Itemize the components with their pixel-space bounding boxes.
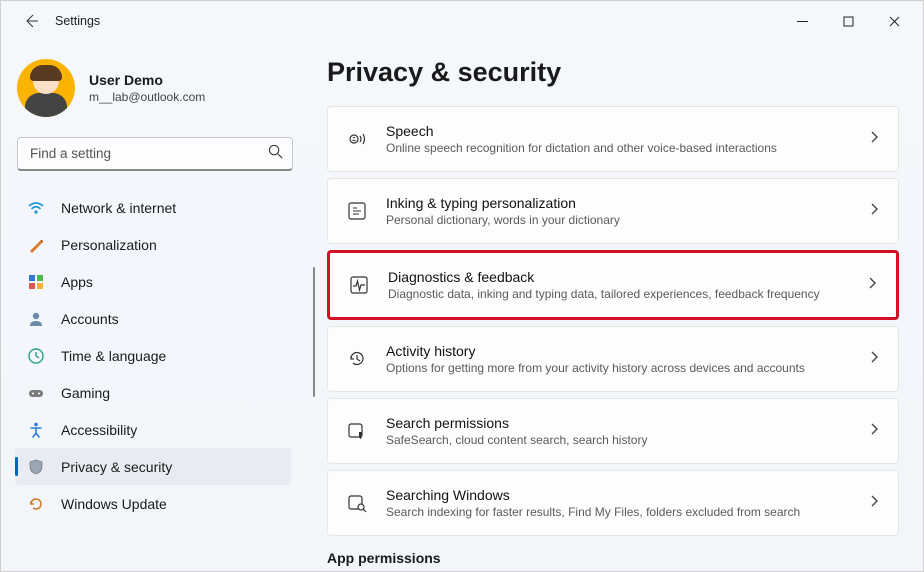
section-header-app-permissions: App permissions	[327, 550, 899, 566]
dictionary-icon	[346, 200, 368, 222]
history-icon	[346, 348, 368, 370]
card-searching-windows[interactable]: Searching Windows Search indexing for fa…	[327, 470, 899, 536]
sidebar-item-label: Network & internet	[61, 200, 176, 216]
arrow-left-icon	[23, 13, 39, 29]
chevron-right-icon	[868, 350, 880, 369]
chevron-right-icon	[868, 202, 880, 221]
card-title: Search permissions	[386, 415, 850, 431]
avatar	[17, 59, 75, 117]
main-content: Privacy & security Speech Online speech …	[303, 41, 923, 571]
wifi-icon	[27, 199, 45, 217]
diagnostics-icon	[348, 274, 370, 296]
search-icon	[268, 144, 283, 164]
sidebar-item-label: Privacy & security	[61, 459, 172, 475]
card-subtitle: Search indexing for faster results, Find…	[386, 505, 850, 519]
sidebar-item-accounts[interactable]: Accounts	[15, 300, 291, 337]
card-title: Searching Windows	[386, 487, 850, 503]
card-subtitle: Options for getting more from your activ…	[386, 361, 850, 375]
sidebar-item-personalization[interactable]: Personalization	[15, 226, 291, 263]
card-inking-typing[interactable]: Inking & typing personalization Personal…	[327, 178, 899, 244]
person-icon	[27, 310, 45, 328]
scroll-indicator	[313, 267, 315, 397]
profile-email: m__lab@outlook.com	[89, 90, 205, 104]
chevron-right-icon	[866, 276, 878, 295]
minimize-icon	[797, 16, 808, 27]
chevron-right-icon	[868, 422, 880, 441]
card-subtitle: Online speech recognition for dictation …	[386, 141, 850, 155]
card-title: Speech	[386, 123, 850, 139]
sidebar-item-label: Gaming	[61, 385, 110, 401]
chevron-right-icon	[868, 494, 880, 513]
sidebar-item-windows-update[interactable]: Windows Update	[15, 485, 291, 522]
card-subtitle: Personal dictionary, words in your dicti…	[386, 213, 850, 227]
back-button[interactable]	[15, 5, 47, 37]
page-title: Privacy & security	[327, 57, 899, 88]
card-title: Inking & typing personalization	[386, 195, 850, 211]
card-activity-history[interactable]: Activity history Options for getting mor…	[327, 326, 899, 392]
card-subtitle: SafeSearch, cloud content search, search…	[386, 433, 850, 447]
sidebar: User Demo m__lab@outlook.com Network & i…	[1, 41, 303, 571]
card-search-permissions[interactable]: Search permissions SafeSearch, cloud con…	[327, 398, 899, 464]
profile-name: User Demo	[89, 72, 205, 88]
speech-icon	[346, 128, 368, 150]
update-icon	[27, 495, 45, 513]
card-subtitle: Diagnostic data, inking and typing data,…	[388, 287, 848, 301]
card-title: Activity history	[386, 343, 850, 359]
profile[interactable]: User Demo m__lab@outlook.com	[15, 53, 295, 127]
gamepad-icon	[27, 384, 45, 402]
close-button[interactable]	[871, 5, 917, 37]
close-icon	[889, 16, 900, 27]
minimize-button[interactable]	[779, 5, 825, 37]
sidebar-item-time-language[interactable]: Time & language	[15, 337, 291, 374]
paintbrush-icon	[27, 236, 45, 254]
window-title: Settings	[55, 14, 100, 28]
sidebar-item-network[interactable]: Network & internet	[15, 189, 291, 226]
card-diagnostics-feedback[interactable]: Diagnostics & feedback Diagnostic data, …	[327, 250, 899, 320]
apps-icon	[27, 273, 45, 291]
search-container	[17, 137, 293, 171]
accessibility-icon	[27, 421, 45, 439]
maximize-icon	[843, 16, 854, 27]
search-input[interactable]	[17, 137, 293, 171]
titlebar: Settings	[1, 1, 923, 41]
globe-clock-icon	[27, 347, 45, 365]
shield-icon	[27, 458, 45, 476]
sidebar-item-label: Accounts	[61, 311, 119, 327]
sidebar-item-label: Apps	[61, 274, 93, 290]
sidebar-item-label: Personalization	[61, 237, 157, 253]
sidebar-item-privacy-security[interactable]: Privacy & security	[15, 448, 291, 485]
nav-list: Network & internet Personalization Apps	[15, 189, 295, 571]
sidebar-item-apps[interactable]: Apps	[15, 263, 291, 300]
sidebar-item-gaming[interactable]: Gaming	[15, 374, 291, 411]
search-windows-icon	[346, 492, 368, 514]
sidebar-item-label: Accessibility	[61, 422, 137, 438]
sidebar-item-label: Time & language	[61, 348, 166, 364]
chevron-right-icon	[868, 130, 880, 149]
card-speech[interactable]: Speech Online speech recognition for dic…	[327, 106, 899, 172]
sidebar-item-accessibility[interactable]: Accessibility	[15, 411, 291, 448]
settings-window: Settings User Demo m__lab@outlook.com	[0, 0, 924, 572]
card-title: Diagnostics & feedback	[388, 269, 848, 285]
sidebar-item-label: Windows Update	[61, 496, 167, 512]
maximize-button[interactable]	[825, 5, 871, 37]
search-shield-icon	[346, 420, 368, 442]
